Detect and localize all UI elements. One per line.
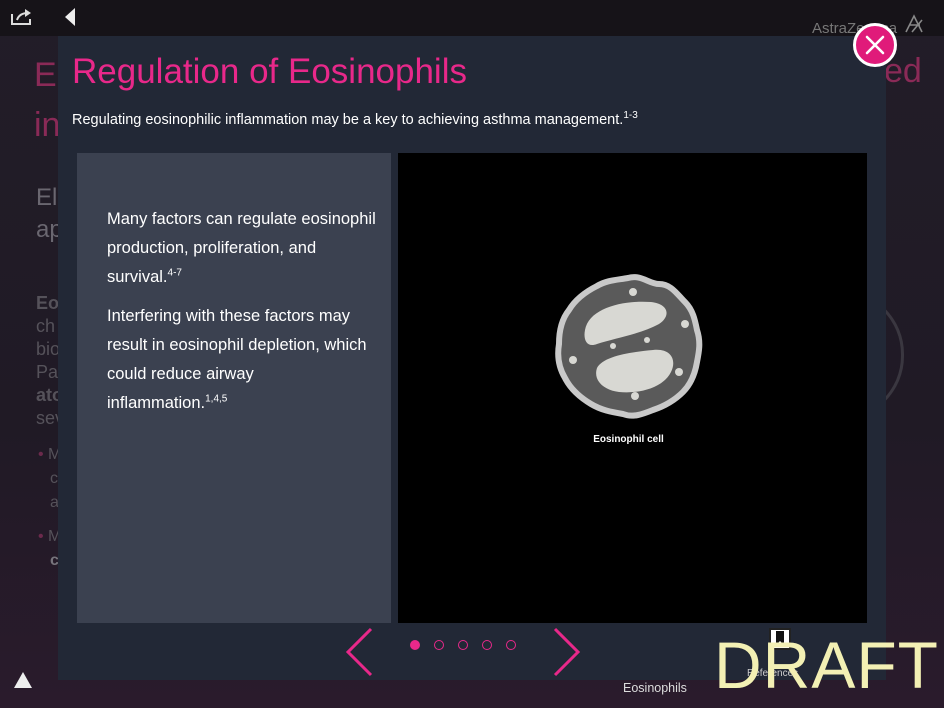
close-icon (865, 35, 885, 55)
pager-dot-1[interactable] (410, 640, 420, 650)
pager-dots (410, 640, 516, 650)
background-body-text: Eo ch bio Pa ato sev (36, 293, 60, 428)
back-arrow-icon[interactable] (63, 7, 77, 27)
subtitle-reference: 1-3 (623, 110, 638, 122)
background-bullet-line: c (50, 470, 58, 487)
paragraph-1: Many factors can regulate eosinophil pro… (107, 210, 376, 286)
pager-dot-5[interactable] (506, 640, 516, 650)
pager-dot-3[interactable] (458, 640, 468, 650)
modal-subtitle: Regulating eosinophilic inflammation may… (72, 110, 638, 128)
previous-arrow-icon[interactable] (344, 626, 374, 678)
modal-title: Regulation of Eosinophils (72, 52, 467, 91)
draft-watermark: DRAFT (714, 628, 939, 702)
share-icon[interactable] (10, 8, 34, 26)
astrazeneca-mark-icon (905, 14, 923, 33)
illustration-caption: Eosinophil cell (593, 434, 664, 445)
pager-dot-2[interactable] (434, 640, 444, 650)
top-toolbar (0, 0, 944, 36)
up-arrow-icon[interactable] (12, 670, 34, 690)
background-subtitle: El ap (36, 184, 60, 243)
paragraph-2: Interfering with these factors may resul… (107, 307, 367, 412)
close-button[interactable] (853, 23, 897, 67)
next-arrow-icon[interactable] (552, 626, 582, 678)
section-label: Eosinophils (623, 681, 687, 695)
eosinophil-cell-illustration (555, 274, 703, 419)
panel-text: Many factors can regulate eosinophil pro… (107, 205, 377, 428)
pager-dot-4[interactable] (482, 640, 492, 650)
